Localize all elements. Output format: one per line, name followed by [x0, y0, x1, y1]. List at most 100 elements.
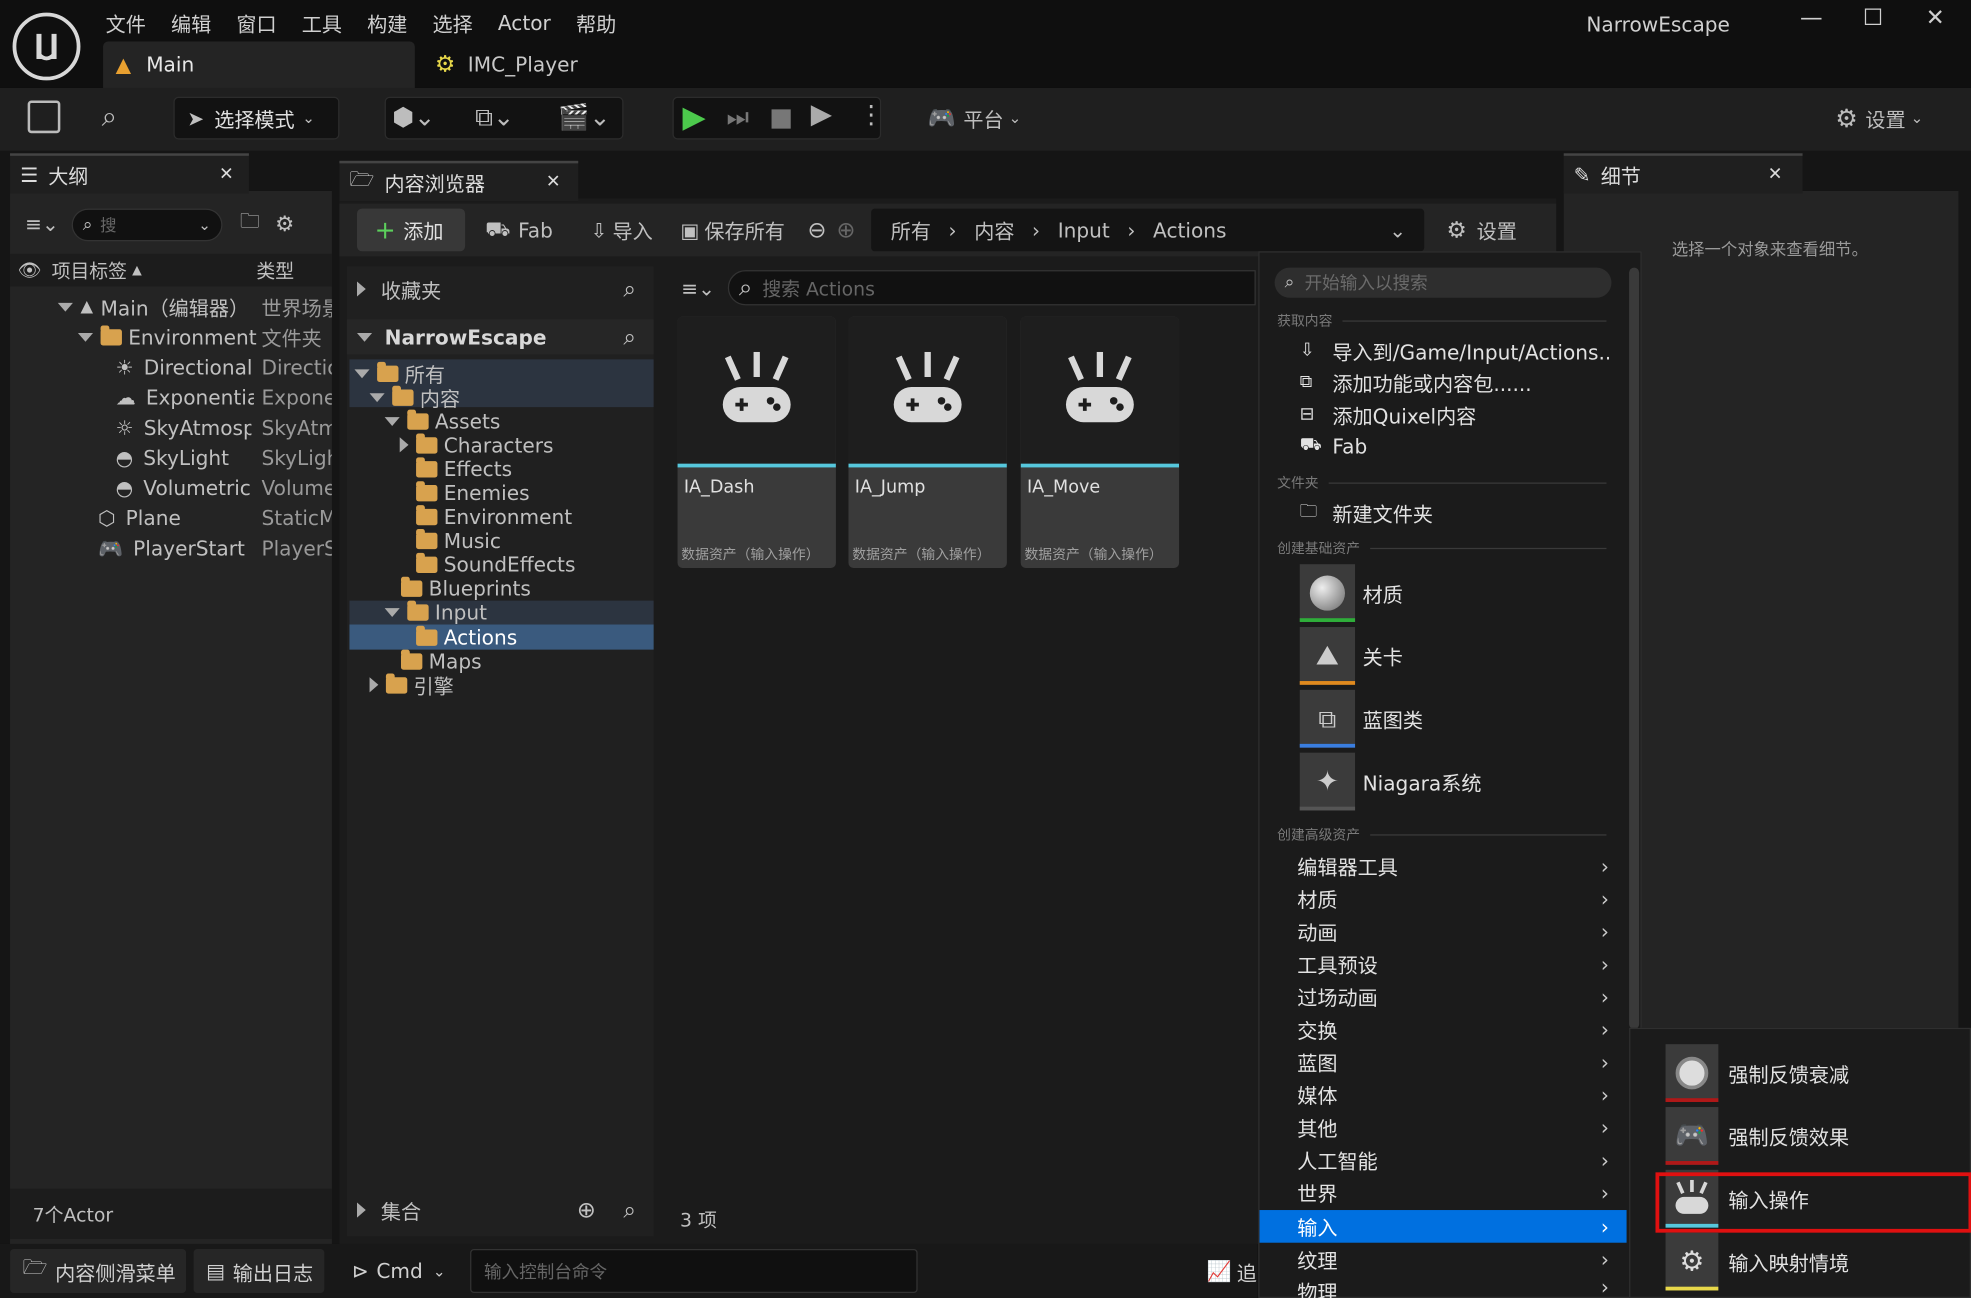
filter-icon[interactable]: ≡⌄	[25, 212, 59, 236]
menu-help[interactable]: 帮助	[576, 8, 616, 38]
menu-item-add-quixel[interactable]: ⊟ 添加Quixel内容	[1260, 398, 1627, 431]
menu-item-cinematics[interactable]: 过场动画 ›	[1260, 980, 1627, 1013]
menu-actor[interactable]: Actor	[498, 11, 551, 35]
asset-search-input[interactable]: ⌕ 搜索 Actions	[727, 270, 1256, 306]
outliner-row[interactable]: ◓ SkyLight SkyLigh	[116, 442, 332, 472]
outliner-search-input[interactable]: ⌕ 搜 ⌄	[71, 207, 223, 241]
back-icon[interactable]: ⊖	[808, 217, 827, 243]
filter-icon[interactable]: ≡⌄	[681, 276, 715, 300]
new-folder-icon[interactable]: 🗀	[240, 207, 260, 241]
menu-item-level[interactable]: ⛰ 关卡	[1299, 627, 1403, 685]
outliner-row[interactable]: ⬡ Plane StaticM	[98, 503, 332, 533]
blueprint-icon[interactable]: ⧉⌄	[475, 102, 514, 132]
menu-scrollbar[interactable]	[1629, 267, 1640, 1030]
asset-tile[interactable]: IA_Jump 数据资产（输入操作）	[848, 316, 1007, 568]
outliner-row[interactable]: ◓ VolumetricC Volume	[116, 472, 332, 502]
chevron-down-icon[interactable]: ⌄	[1389, 218, 1406, 242]
breadcrumb-item[interactable]: 所有	[891, 215, 931, 245]
step-icon[interactable]: ⏭	[727, 102, 750, 132]
tab-main[interactable]: ▲ Main	[103, 41, 415, 88]
menu-edit[interactable]: 编辑	[171, 8, 211, 38]
eject-icon[interactable]: ▶	[811, 99, 832, 130]
output-log-button[interactable]: ▤ 输出日志	[193, 1248, 325, 1293]
save-all-button[interactable]: ▣ 保存所有	[680, 215, 785, 245]
trace-button[interactable]: 📈 追	[1197, 1249, 1257, 1293]
menu-build[interactable]: 构建	[367, 8, 407, 38]
fab-button[interactable]: ⛟ Fab	[485, 217, 553, 243]
menu-item-animation[interactable]: 动画 ›	[1260, 915, 1627, 948]
project-header[interactable]: NarrowEscape ⌕	[346, 319, 654, 355]
breadcrumb-item[interactable]: Actions	[1153, 218, 1226, 242]
tab-imc-player[interactable]: ⚙ IMC_Player	[425, 41, 702, 87]
settings-button[interactable]: ⚙ 设置 ⌄	[1835, 103, 1923, 133]
details-tab[interactable]: ✎ 细节 ✕	[1563, 153, 1803, 194]
menu-item-editor-tools[interactable]: 编辑器工具 ›	[1260, 849, 1627, 882]
menu-item-input[interactable]: 输入 ›	[1259, 1210, 1627, 1243]
console-input[interactable]: 输入控制台命令	[470, 1248, 918, 1293]
menu-tools[interactable]: 工具	[302, 8, 342, 38]
menu-item-texture[interactable]: 纹理 ›	[1260, 1243, 1627, 1276]
outliner-tab[interactable]: ☰ 大纲 ✕	[10, 153, 249, 194]
import-button[interactable]: ⇩ 导入	[591, 215, 653, 245]
menu-item-blueprint[interactable]: 蓝图 ›	[1260, 1045, 1627, 1078]
content-drawer-button[interactable]: 🗁 内容侧滑菜单	[10, 1248, 187, 1293]
asset-tile[interactable]: IA_Dash 数据资产（输入操作）	[677, 316, 836, 568]
menu-select[interactable]: 选择	[433, 8, 473, 38]
menu-search-input[interactable]: ⌕ 开始输入以搜索	[1274, 267, 1612, 298]
outliner-row[interactable]: ☀ DirectionalL Directio	[116, 352, 332, 382]
close-icon[interactable]: ✕	[219, 165, 234, 185]
outliner-row[interactable]: ▲ Main（编辑器） 世界场景	[57, 292, 332, 322]
minimize-icon[interactable]: —	[1800, 5, 1823, 31]
unreal-logo-icon[interactable]	[12, 12, 81, 81]
play-icon[interactable]: ▶	[683, 99, 706, 134]
cmd-dropdown[interactable]: ⊳ Cmd ⌄	[342, 1249, 463, 1293]
col-label[interactable]: 项目标签	[52, 257, 127, 283]
browse-icon[interactable]: ⌕	[93, 101, 126, 134]
menu-item-tool-presets[interactable]: 工具预设 ›	[1260, 947, 1627, 980]
save-icon[interactable]	[27, 100, 61, 134]
add-actor-icon[interactable]: ⬢⌄	[392, 102, 435, 132]
menu-window[interactable]: 窗口	[236, 8, 276, 38]
favorites-header[interactable]: 收藏夹 ⌕	[347, 271, 654, 306]
menu-item-blueprint-class[interactable]: ⧉ 蓝图类	[1299, 689, 1423, 748]
content-settings-button[interactable]: ⚙ 设置	[1446, 215, 1517, 245]
cinematics-icon[interactable]: 🎬⌄	[558, 102, 610, 132]
menu-item-fab[interactable]: ⛟ Fab	[1260, 430, 1627, 463]
collections-header[interactable]: 集合 ⊕ ⌕	[346, 1191, 654, 1229]
submenu-input-mapping-context[interactable]: ⚙ 输入映射情境	[1665, 1232, 1849, 1291]
col-type[interactable]: 类型	[256, 257, 294, 283]
menu-item-world[interactable]: 世界 ›	[1260, 1176, 1627, 1209]
menu-file[interactable]: 文件	[106, 8, 146, 38]
search-icon[interactable]: ⌕	[623, 324, 636, 350]
menu-item-new-folder[interactable]: 🗀 新建文件夹	[1260, 496, 1627, 529]
gear-icon[interactable]: ⚙	[275, 212, 294, 237]
tree-item[interactable]: 引擎	[369, 670, 454, 700]
stop-icon[interactable]: ■	[769, 102, 793, 132]
search-icon[interactable]: ⌕	[623, 1197, 636, 1223]
outliner-row[interactable]: 🎮 PlayerStart PlayerS	[98, 533, 332, 563]
menu-item-niagara-system[interactable]: ✦ Niagara系统	[1299, 752, 1481, 811]
menu-item-add-feature[interactable]: ⧉ 添加功能或内容包......	[1260, 366, 1627, 399]
close-icon[interactable]: ✕	[546, 172, 561, 192]
content-browser-tab[interactable]: 🗁 内容浏览器 ✕	[339, 160, 579, 202]
breadcrumb-item[interactable]: 内容	[974, 215, 1014, 245]
maximize-icon[interactable]: ☐	[1863, 5, 1883, 31]
menu-item-ai[interactable]: 人工智能 ›	[1260, 1143, 1627, 1176]
search-icon[interactable]: ⌕	[623, 276, 636, 302]
menu-item-material-adv[interactable]: 材质 ›	[1260, 882, 1627, 915]
platform-button[interactable]: 🎮 平台 ⌄	[928, 103, 1022, 133]
outliner-row[interactable]: ☼ SkyAtmosp SkyAtm	[116, 412, 332, 442]
add-collection-icon[interactable]: ⊕	[577, 1197, 596, 1223]
menu-item-interchange[interactable]: 交换 ›	[1260, 1013, 1627, 1046]
close-window-icon[interactable]: ✕	[1926, 5, 1945, 31]
breadcrumb-item[interactable]: Input	[1058, 218, 1110, 242]
more-options-icon[interactable]: ⋮	[859, 99, 884, 129]
select-mode-button[interactable]: ➤ 选择模式 ⌄	[173, 96, 340, 140]
menu-item-import[interactable]: ⇩ 导入到/Game/Input/Actions......	[1260, 334, 1627, 367]
forward-icon[interactable]: ⊕	[837, 217, 856, 243]
eye-icon[interactable]: 👁	[18, 259, 42, 282]
add-button[interactable]: + 添加	[356, 208, 466, 252]
submenu-force-feedback-attenuation[interactable]: 强制反馈衰减	[1665, 1044, 1849, 1102]
menu-item-physics[interactable]: 物理 ›	[1260, 1275, 1627, 1298]
outliner-row[interactable]: ☁ Exponential Exponen	[116, 382, 332, 412]
